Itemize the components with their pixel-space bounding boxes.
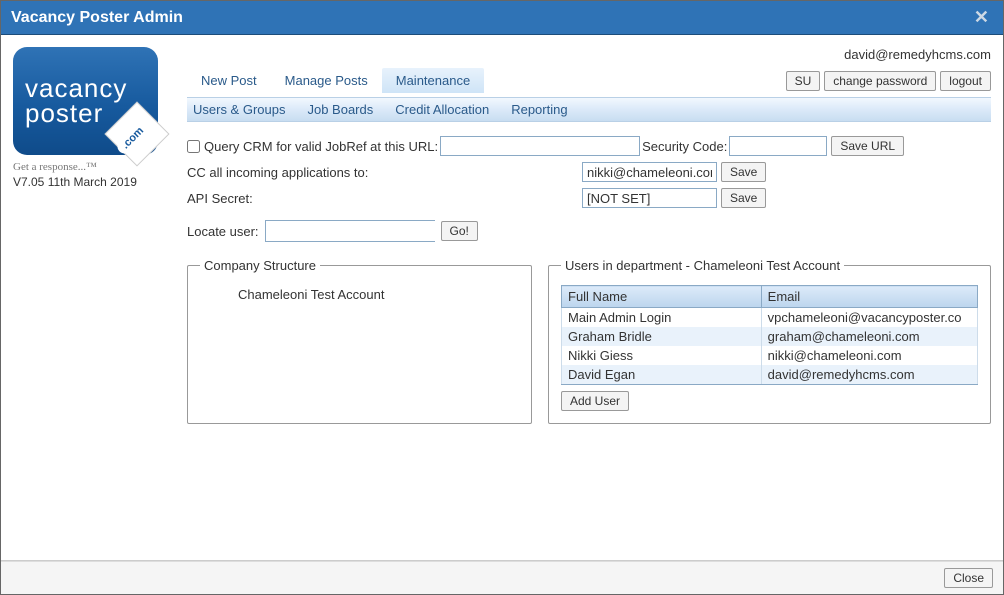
- security-code-label: Security Code:: [642, 139, 727, 154]
- save-api-button[interactable]: Save: [721, 188, 766, 208]
- tab-manage-posts[interactable]: Manage Posts: [271, 68, 382, 93]
- top-buttons: SU change password logout: [786, 71, 991, 91]
- topbar: New Post Manage Posts Maintenance SU cha…: [187, 68, 991, 93]
- cc-input[interactable]: [582, 162, 717, 182]
- col-full-name[interactable]: Full Name: [562, 286, 762, 308]
- users-table: Full Name Email Main Admin Login vpchame…: [561, 285, 978, 385]
- subnav-users-groups[interactable]: Users & Groups: [193, 102, 285, 117]
- subnav-credit-allocation[interactable]: Credit Allocation: [395, 102, 489, 117]
- cell-email: nikki@chameleoni.com: [761, 346, 977, 365]
- query-crm-label: Query CRM for valid JobRef at this URL:: [204, 139, 438, 154]
- panes: Company Structure Chameleoni Test Accoun…: [187, 258, 991, 424]
- row-cc: CC all incoming applications to: Save: [187, 162, 991, 182]
- cell-email: david@remedyhcms.com: [761, 365, 977, 385]
- main-area: david@remedyhcms.com New Post Manage Pos…: [173, 47, 991, 552]
- window-title: Vacancy Poster Admin: [11, 9, 183, 27]
- add-user-button[interactable]: Add User: [561, 391, 629, 411]
- save-url-button[interactable]: Save URL: [831, 136, 904, 156]
- close-icon[interactable]: ✕: [970, 7, 993, 28]
- su-button[interactable]: SU: [786, 71, 821, 91]
- locate-user-combo[interactable]: ▼: [265, 220, 435, 242]
- close-button[interactable]: Close: [944, 568, 993, 588]
- app-window: Vacancy Poster Admin ✕ vacancy poster .c…: [0, 0, 1004, 595]
- subnav-reporting[interactable]: Reporting: [511, 102, 567, 117]
- save-cc-button[interactable]: Save: [721, 162, 766, 182]
- crm-url-input[interactable]: [440, 136, 640, 156]
- main-tabs: New Post Manage Posts Maintenance: [187, 68, 484, 93]
- row-locate: Locate user: ▼ Go!: [187, 220, 991, 242]
- cell-name: Graham Bridle: [562, 327, 762, 346]
- cell-name: Nikki Giess: [562, 346, 762, 365]
- users-fieldset: Users in department - Chameleoni Test Ac…: [548, 258, 991, 424]
- locate-user-input[interactable]: [266, 221, 450, 241]
- api-label: API Secret:: [187, 191, 582, 206]
- logout-button[interactable]: logout: [940, 71, 991, 91]
- logo-tagline: Get a response...™: [13, 161, 173, 173]
- company-structure-legend: Company Structure: [200, 258, 320, 273]
- col-email[interactable]: Email: [761, 286, 977, 308]
- company-root-node[interactable]: Chameleoni Test Account: [200, 285, 519, 304]
- subnav: Users & Groups Job Boards Credit Allocat…: [187, 97, 991, 122]
- users-legend: Users in department - Chameleoni Test Ac…: [561, 258, 844, 273]
- table-row[interactable]: Nikki Giess nikki@chameleoni.com: [562, 346, 978, 365]
- cc-label: CC all incoming applications to:: [187, 165, 582, 180]
- table-row[interactable]: Graham Bridle graham@chameleoni.com: [562, 327, 978, 346]
- go-button[interactable]: Go!: [441, 221, 478, 241]
- table-row[interactable]: David Egan david@remedyhcms.com: [562, 365, 978, 385]
- cell-email: vpchameleoni@vacancyposter.co: [761, 308, 977, 328]
- current-user-email: david@remedyhcms.com: [187, 47, 991, 62]
- tab-maintenance[interactable]: Maintenance: [382, 68, 484, 93]
- row-query-crm: Query CRM for valid JobRef at this URL: …: [187, 136, 991, 156]
- titlebar: Vacancy Poster Admin ✕: [1, 1, 1003, 35]
- table-row[interactable]: Main Admin Login vpchameleoni@vacancypos…: [562, 308, 978, 328]
- query-crm-checkbox[interactable]: [187, 140, 200, 153]
- locate-label: Locate user:: [187, 224, 259, 239]
- security-code-input[interactable]: [729, 136, 827, 156]
- cell-name: David Egan: [562, 365, 762, 385]
- cell-name: Main Admin Login: [562, 308, 762, 328]
- footer: Close: [1, 561, 1003, 594]
- company-structure-fieldset: Company Structure Chameleoni Test Accoun…: [187, 258, 532, 424]
- tab-new-post[interactable]: New Post: [187, 68, 271, 93]
- version-text: V7.05 11th March 2019: [13, 175, 173, 189]
- cell-email: graham@chameleoni.com: [761, 327, 977, 346]
- subnav-job-boards[interactable]: Job Boards: [307, 102, 373, 117]
- sidebar: vacancy poster .com Get a response...™ V…: [13, 47, 173, 552]
- change-password-button[interactable]: change password: [824, 71, 936, 91]
- api-secret-input[interactable]: [582, 188, 717, 208]
- row-api: API Secret: Save: [187, 188, 991, 208]
- body: vacancy poster .com Get a response...™ V…: [1, 35, 1003, 561]
- logo: vacancy poster .com: [13, 47, 158, 155]
